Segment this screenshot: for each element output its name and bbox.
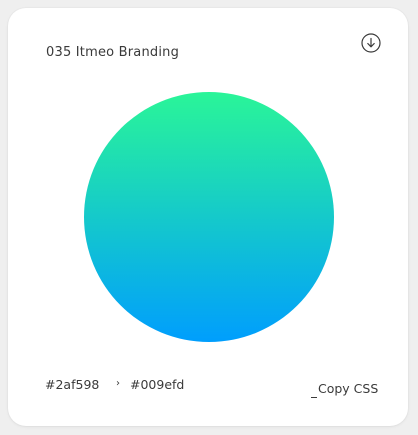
cursor-underscore-icon xyxy=(311,383,317,398)
download-icon xyxy=(361,33,381,53)
gradient-preview-circle xyxy=(84,92,334,342)
gradient-end-color[interactable]: #009efd xyxy=(130,377,184,392)
gradient-card: 035 Itmeo Branding #2af598 › #009efd Cop… xyxy=(8,8,408,426)
chevron-right-icon: › xyxy=(116,378,120,389)
gradient-start-color[interactable]: #2af598 xyxy=(45,377,99,392)
copy-css-label: Copy CSS xyxy=(318,381,379,396)
download-button[interactable] xyxy=(361,33,381,53)
copy-css-button[interactable]: Copy CSS xyxy=(311,381,379,398)
gradient-title: 035 Itmeo Branding xyxy=(46,45,180,60)
